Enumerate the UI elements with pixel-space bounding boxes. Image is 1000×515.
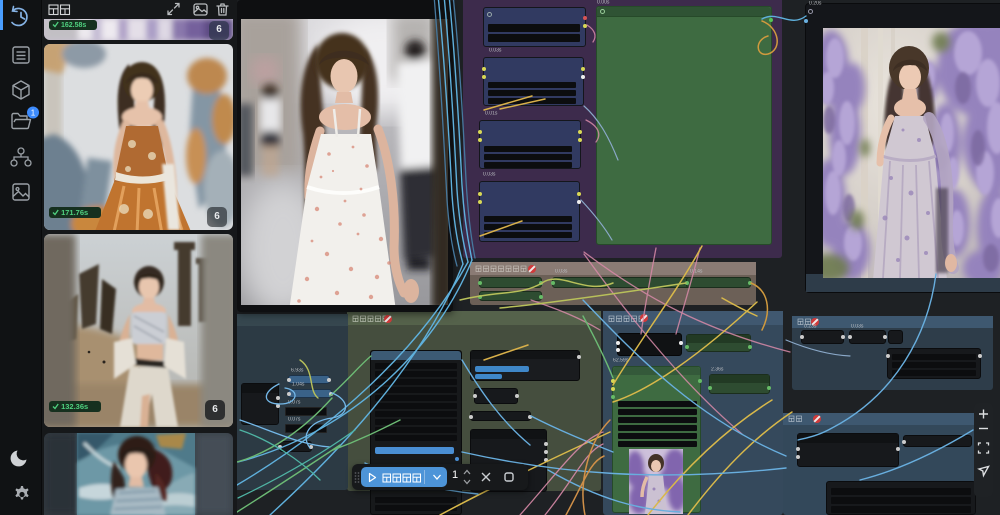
svg-text:1: 1 [31,109,36,118]
